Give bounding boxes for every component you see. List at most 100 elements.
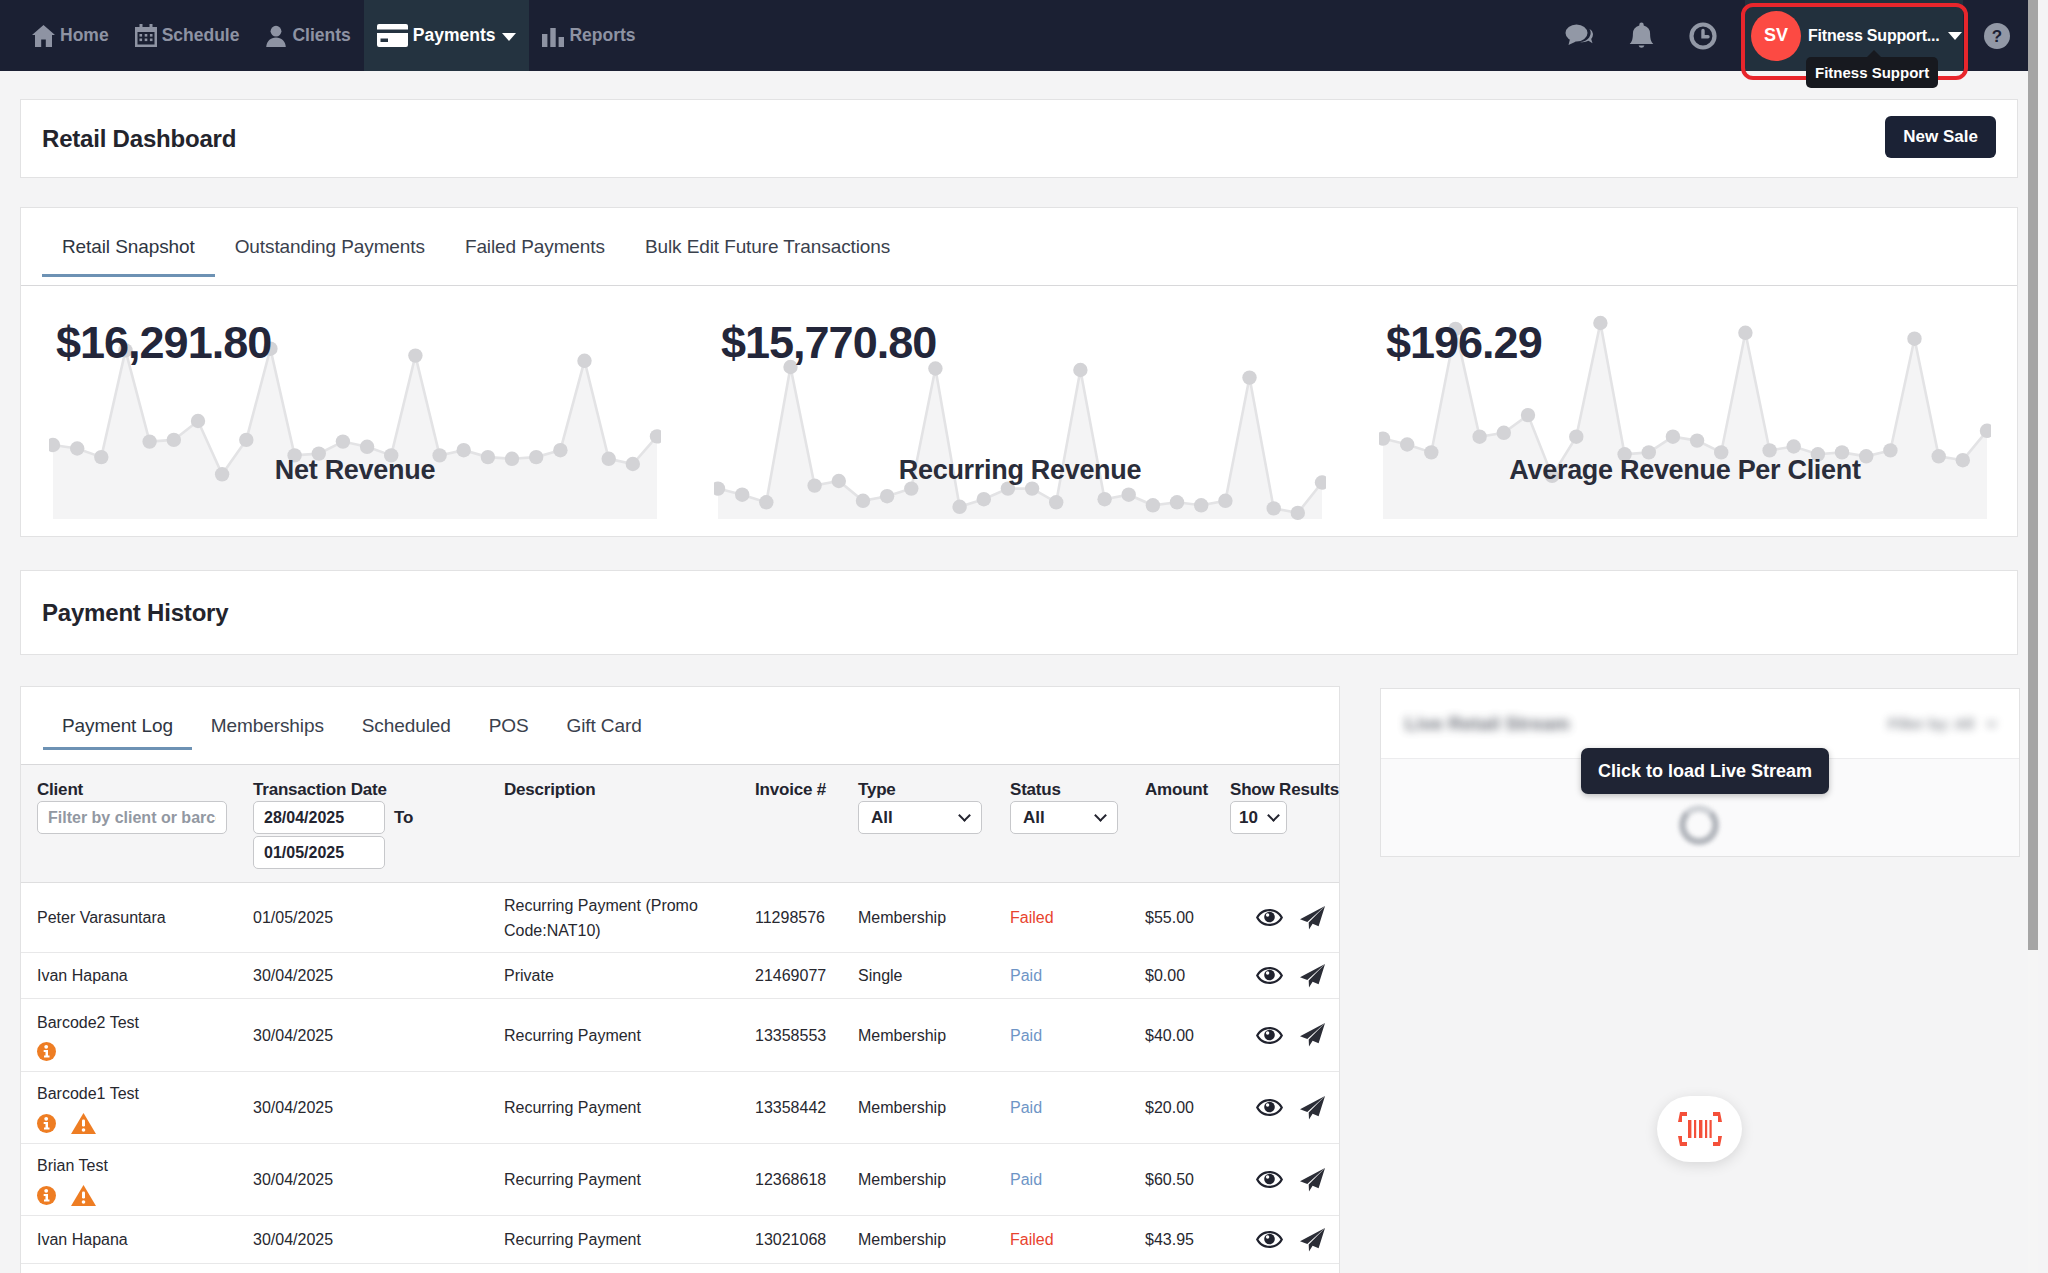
retail-snapshot-card: Retail SnapshotOutstanding PaymentsFaile… xyxy=(20,207,2018,537)
barcode-scan-button[interactable] xyxy=(1657,1096,1742,1162)
send-receipt-button[interactable] xyxy=(1300,906,1325,930)
tab-scheduled[interactable]: Scheduled xyxy=(343,687,470,764)
tab-outstanding-payments[interactable]: Outstanding Payments xyxy=(215,208,445,285)
new-sale-button[interactable]: New Sale xyxy=(1885,116,1996,158)
sparkline-net-revenue: $16,291.80Net Revenue xyxy=(49,287,661,538)
client-filter-input[interactable] xyxy=(37,801,227,834)
scrollbar-thumb[interactable] xyxy=(2028,0,2038,950)
send-plane-icon xyxy=(1300,1023,1325,1047)
payment-log-tabs: Payment LogMembershipsScheduledPOSGift C… xyxy=(21,687,1339,765)
tab-memberships[interactable]: Memberships xyxy=(192,687,343,764)
cell-date: 30/04/2025 xyxy=(253,963,504,988)
chat-icon[interactable] xyxy=(1564,0,1594,71)
nav-item-label: Reports xyxy=(569,25,635,46)
dashboard-header-card: Retail Dashboard New Sale xyxy=(20,99,2018,178)
cell-description: Recurring Payment xyxy=(504,1167,746,1192)
payment-log-card: Payment LogMembershipsScheduledPOSGift C… xyxy=(20,686,1340,1273)
client-name: Brian Test xyxy=(37,1153,253,1178)
nav-item-label: Clients xyxy=(292,25,350,46)
to-label: To xyxy=(394,808,414,828)
cell-actions xyxy=(1230,1023,1339,1047)
nav-item-reports[interactable]: Reports xyxy=(529,0,648,71)
tab-retail-snapshot[interactable]: Retail Snapshot xyxy=(42,208,215,285)
nav-item-home[interactable]: Home xyxy=(19,0,122,71)
payment-table-body: Peter Varasuntara01/05/2025Recurring Pay… xyxy=(21,883,1339,1264)
view-payment-button[interactable] xyxy=(1256,1231,1283,1248)
loading-spinner-icon xyxy=(1679,805,1719,845)
filter-status: Status All xyxy=(1010,765,1145,869)
send-receipt-button[interactable] xyxy=(1300,1096,1325,1120)
tab-bulk-edit-future-transactions[interactable]: Bulk Edit Future Transactions xyxy=(625,208,910,285)
view-payment-button[interactable] xyxy=(1256,909,1283,926)
view-payment-button[interactable] xyxy=(1256,967,1283,984)
barcode-icon xyxy=(1678,1112,1722,1146)
help-icon[interactable]: ? xyxy=(1983,0,2011,71)
history-clock-icon[interactable] xyxy=(1689,0,1717,71)
sparkline-charts: $16,291.80Net Revenue$15,770.80Recurring… xyxy=(21,287,2017,538)
nav-item-label: Home xyxy=(60,25,109,46)
tab-pos[interactable]: POS xyxy=(470,687,548,764)
client-name: Ivan Hapana xyxy=(37,1227,253,1252)
date-to-input[interactable] xyxy=(253,836,385,869)
warning-icon[interactable] xyxy=(71,1185,96,1206)
type-select[interactable]: All xyxy=(858,801,982,834)
tab-payment-log[interactable]: Payment Log xyxy=(43,687,192,764)
cell-amount: $20.00 xyxy=(1145,1095,1230,1120)
cell-amount: $60.50 xyxy=(1145,1167,1230,1192)
tab-failed-payments[interactable]: Failed Payments xyxy=(445,208,625,285)
send-plane-icon xyxy=(1300,906,1325,930)
chevron-down-icon xyxy=(1267,809,1280,822)
filter-show-results: Show Results 10 xyxy=(1230,765,1339,869)
status-badge: Failed xyxy=(1010,905,1145,930)
filter-description: Description xyxy=(504,765,755,869)
load-live-stream-button[interactable]: Click to load Live Stream xyxy=(1581,748,1829,794)
cell-invoice: 13358553 xyxy=(755,1023,858,1048)
tab-gift-card[interactable]: Gift Card xyxy=(548,687,661,764)
type-column-header: Type xyxy=(858,777,1010,803)
cell-type: Membership xyxy=(858,905,1010,930)
payment-history-card: Payment History xyxy=(20,570,2018,655)
send-receipt-button[interactable] xyxy=(1300,1168,1325,1192)
cell-actions xyxy=(1230,1096,1339,1120)
nav-item-payments[interactable]: Payments xyxy=(364,0,530,71)
cell-date: 01/05/2025 xyxy=(253,905,504,930)
info-icon[interactable] xyxy=(37,1042,56,1061)
show-results-label: Show Results xyxy=(1230,777,1339,803)
notifications-bell-icon[interactable] xyxy=(1628,0,1655,71)
caret-down-icon xyxy=(502,33,516,41)
send-receipt-button[interactable] xyxy=(1300,1228,1325,1252)
warning-icon[interactable] xyxy=(71,1113,96,1134)
user-caret-icon xyxy=(1948,32,1962,40)
live-stream-filter[interactable]: Filter by: All xyxy=(1888,715,1995,732)
status-badge: Paid xyxy=(1010,1095,1145,1120)
cell-type: Single xyxy=(858,963,1010,988)
amount-column-header: Amount xyxy=(1145,777,1230,803)
status-select[interactable]: All xyxy=(1010,801,1118,834)
cell-type: Membership xyxy=(858,1023,1010,1048)
table-row: Brian Test30/04/2025Recurring Payment123… xyxy=(21,1144,1339,1216)
send-receipt-button[interactable] xyxy=(1300,964,1325,988)
client-name: Ivan Hapana xyxy=(37,963,253,988)
client-name: Barcode2 Test xyxy=(37,1010,253,1035)
date-from-input[interactable] xyxy=(253,801,385,834)
send-plane-icon xyxy=(1300,1228,1325,1252)
user-tooltip: Fitness Support xyxy=(1806,57,1938,88)
info-icon[interactable] xyxy=(37,1114,56,1133)
cell-actions xyxy=(1230,906,1339,930)
nav-item-clients[interactable]: Clients xyxy=(252,0,363,71)
client-flags xyxy=(37,1113,253,1134)
chevron-down-icon xyxy=(958,809,971,822)
view-payment-button[interactable] xyxy=(1256,1027,1283,1044)
view-payment-button[interactable] xyxy=(1256,1099,1283,1116)
show-results-select[interactable]: 10 xyxy=(1230,801,1287,834)
cell-description: Private xyxy=(504,963,746,988)
info-icon[interactable] xyxy=(37,1186,56,1205)
cell-client: Barcode1 Test xyxy=(37,1081,253,1134)
invoice-column-header: Invoice # xyxy=(755,777,858,803)
scrollbar-track[interactable] xyxy=(2028,0,2038,1273)
cell-amount: $43.95 xyxy=(1145,1227,1230,1252)
view-payment-button[interactable] xyxy=(1256,1171,1283,1188)
table-row: Peter Varasuntara01/05/2025Recurring Pay… xyxy=(21,883,1339,953)
nav-item-schedule[interactable]: Schedule xyxy=(122,0,253,71)
send-receipt-button[interactable] xyxy=(1300,1023,1325,1047)
